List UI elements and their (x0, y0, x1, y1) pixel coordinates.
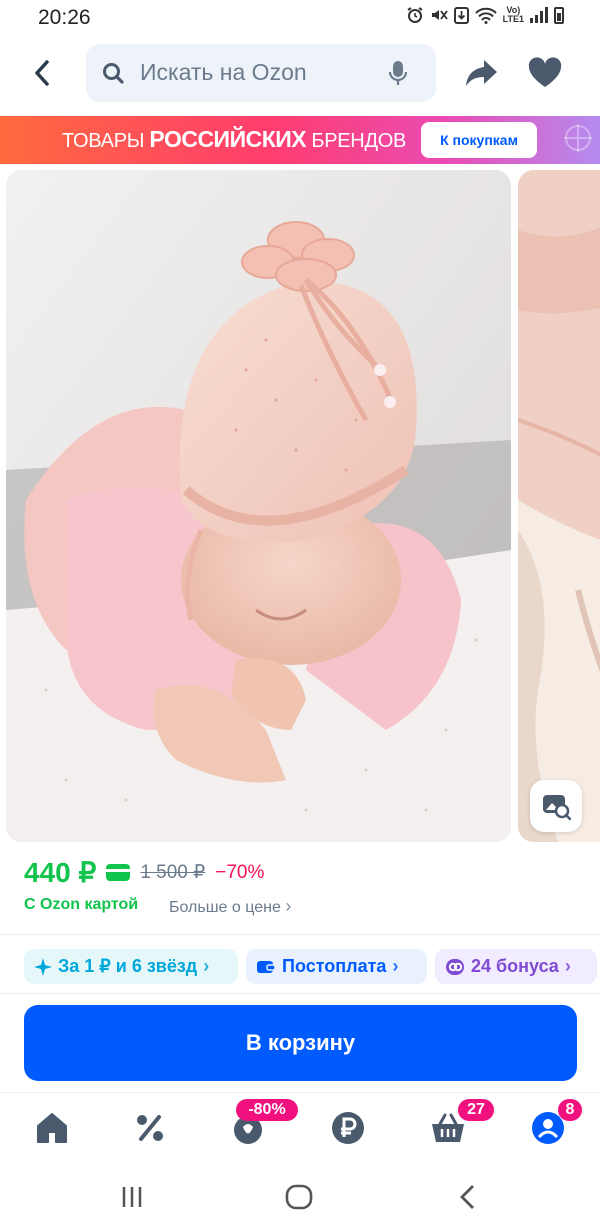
image-search-button[interactable] (530, 780, 582, 832)
divider (0, 993, 600, 994)
back-chevron-icon[interactable] (457, 1183, 479, 1211)
status-bar: 20:26 Vo) LTE1 (0, 0, 600, 36)
chip-bonus[interactable]: 24 бонуса › (435, 949, 597, 984)
percent-icon[interactable] (132, 1110, 168, 1146)
ozon-card-label[interactable]: С Ozon картой (24, 896, 138, 914)
download-box-icon (453, 6, 469, 24)
microphone-icon[interactable] (388, 60, 408, 86)
price-current: 440 ₽ (24, 857, 97, 888)
signal-icon (530, 7, 548, 23)
battery-icon (554, 6, 564, 24)
badge-cart: 27 (458, 1099, 494, 1121)
search-icon (103, 63, 124, 84)
price-more-link[interactable]: Больше о цене › (169, 896, 291, 917)
decorative-sparkle-icon (564, 124, 592, 152)
share-icon[interactable] (460, 52, 502, 94)
baby-in-pink-hat-image (6, 170, 511, 842)
price-old: 1 500 ₽ (140, 862, 206, 883)
price-row[interactable]: 440 ₽ 1 500 ₽ −70% (24, 856, 264, 889)
image-search-icon (543, 795, 571, 820)
wifi-icon (474, 7, 497, 24)
chip-stars[interactable]: За 1 ₽ и 6 звёзд › (24, 949, 238, 984)
chevron-left-icon (35, 60, 49, 86)
chip-postpay[interactable]: Постоплата › (246, 949, 427, 984)
status-time: 20:26 (38, 6, 91, 29)
recents-icon[interactable] (119, 1184, 145, 1210)
search-placeholder: Искать на Ozon (140, 59, 307, 85)
home-icon[interactable] (34, 1110, 70, 1146)
search-input[interactable]: Искать на Ozon (86, 44, 436, 102)
mute-icon (431, 10, 448, 20)
system-nav (0, 1170, 600, 1232)
wallet-icon (257, 961, 276, 973)
home-circle-icon[interactable] (284, 1183, 314, 1211)
add-to-cart-button[interactable]: В корзину (24, 1005, 577, 1081)
knit-fabric-closeup-image (518, 170, 600, 842)
price-discount: −70% (215, 861, 265, 883)
ruble-icon[interactable] (330, 1110, 366, 1146)
back-button[interactable] (22, 50, 62, 96)
network-type: Vo) LTE1 (502, 5, 524, 24)
bonus-icon (446, 958, 464, 975)
alarm-icon (407, 7, 423, 23)
sparkle-icon (34, 957, 52, 976)
product-photo[interactable] (6, 170, 511, 842)
promo-banner[interactable]: ТОВАРЫ РОССИЙСКИХ БРЕНДОВ К покупкам (0, 116, 600, 164)
badge-profile: 8 (558, 1099, 582, 1121)
badge-fresh: -80% (236, 1099, 298, 1121)
ozon-card-icon (106, 864, 131, 881)
divider (0, 934, 600, 935)
status-icons: Vo) LTE1 (406, 6, 564, 24)
bottom-nav (0, 1092, 600, 1173)
product-photo-next[interactable] (518, 170, 600, 842)
banner-shop-button[interactable]: К покупкам (421, 122, 537, 158)
banner-text: ТОВАРЫ РОССИЙСКИХ БРЕНДОВ (62, 126, 406, 152)
heart-icon[interactable] (524, 52, 566, 94)
